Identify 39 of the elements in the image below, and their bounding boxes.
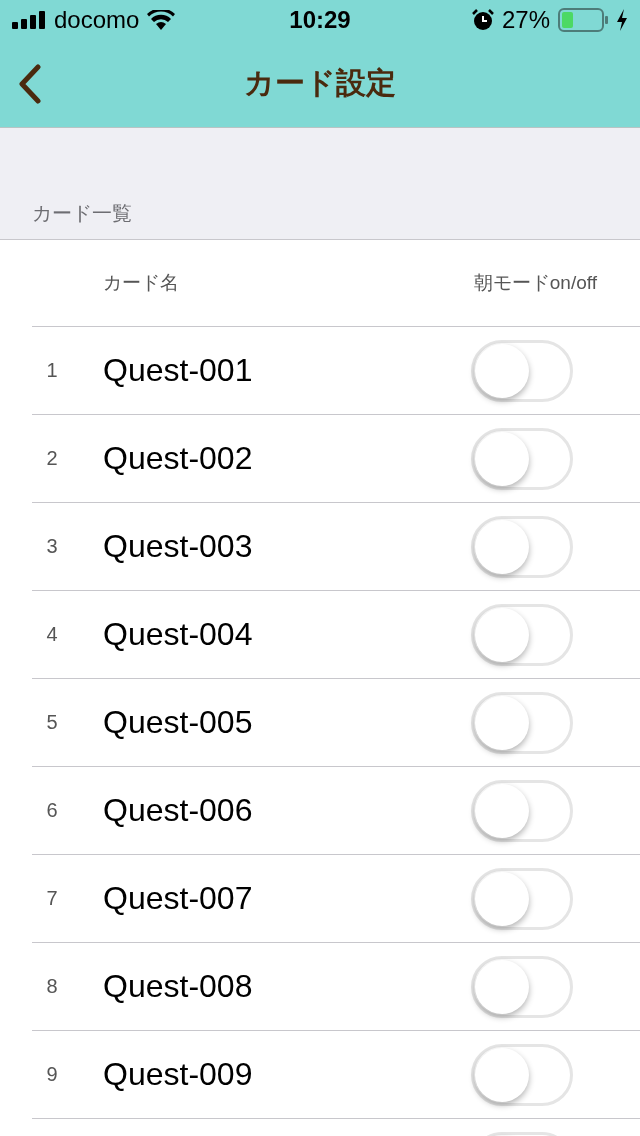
- toggle-switch[interactable]: [471, 339, 573, 402]
- toggle-switch[interactable]: [471, 515, 573, 578]
- card-name: Quest-007: [103, 880, 254, 917]
- row-number: 5: [45, 711, 59, 734]
- row-number: 6: [45, 799, 59, 822]
- carrier-name: docomo: [54, 6, 140, 34]
- clock-time: 10:29: [289, 6, 351, 34]
- section-header: カード一覧: [32, 201, 132, 226]
- toggle-switch[interactable]: [471, 867, 573, 930]
- toggle-switch[interactable]: [471, 1043, 573, 1106]
- card-name: Quest-009: [103, 1056, 254, 1093]
- toggle-switch[interactable]: [471, 779, 573, 842]
- charging-icon: [616, 9, 628, 31]
- card-name: Quest-002: [103, 440, 254, 477]
- toggle-switch[interactable]: [471, 691, 573, 754]
- card-name: Quest-006: [103, 792, 254, 829]
- card-name: Quest-008: [103, 968, 254, 1005]
- toggle-switch[interactable]: [471, 603, 573, 666]
- screen-title: カード設定: [244, 65, 396, 101]
- signal-icon: [12, 11, 46, 29]
- card-name: Quest-003: [103, 528, 254, 565]
- battery-percent: 27%: [501, 6, 550, 34]
- row-number: 9: [45, 1063, 59, 1086]
- row-number: 4: [45, 623, 59, 646]
- card-name: Quest-001: [103, 352, 254, 389]
- wifi-icon: [147, 10, 176, 30]
- row-number: 3: [45, 535, 59, 558]
- row-number: 7: [45, 887, 59, 910]
- battery-icon: [558, 8, 608, 32]
- column-header: 朝モードon/off: [473, 271, 597, 295]
- card-name: Quest-005: [103, 704, 254, 741]
- card-name: Quest-004: [103, 616, 254, 653]
- toggle-switch[interactable]: [471, 955, 573, 1018]
- row-number: 1: [45, 359, 59, 382]
- toggle-switch[interactable]: [471, 427, 573, 490]
- column-header: カード名: [103, 271, 180, 295]
- row-number: 8: [45, 975, 59, 998]
- row-number: 2: [45, 447, 59, 470]
- alarm-icon: [471, 9, 494, 31]
